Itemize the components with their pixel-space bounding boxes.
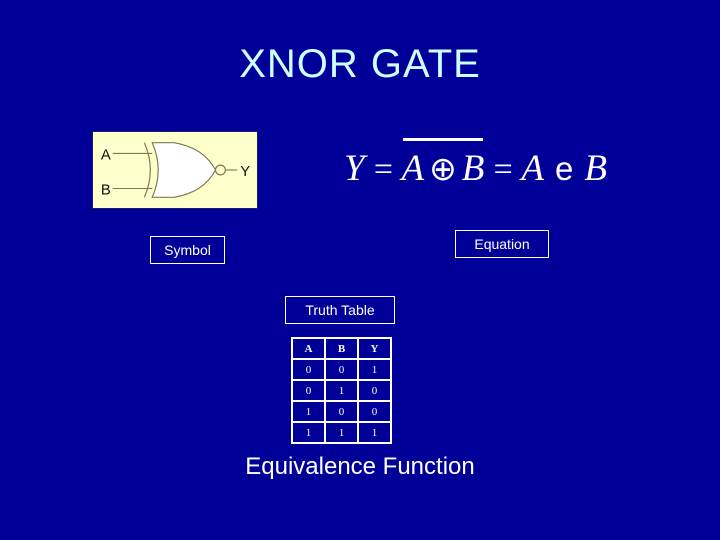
equation-overbar-group: A ⊕ B: [401, 138, 485, 189]
truth-table-caption-text: Truth Table: [305, 302, 375, 318]
slide-canvas: XNOR GATE A B Y Symbol Y = A ⊕ B = A e B…: [0, 0, 720, 540]
inversion-bubble-icon: [214, 164, 226, 176]
equation-expression: Y = A ⊕ B = A e B: [344, 138, 607, 198]
table-cell-b: 1: [324, 379, 359, 402]
output-y-label: Y: [240, 164, 250, 180]
table-cell-a: 1: [291, 400, 326, 423]
table-row: 1 0 0: [291, 400, 392, 423]
equation-overbar: [402, 138, 484, 141]
table-cell-b: 1: [324, 421, 359, 444]
equation-equals-2: =: [491, 151, 515, 188]
truth-table-caption-box: Truth Table: [285, 296, 395, 324]
table-cell-a: 0: [291, 358, 326, 381]
equation-b-1: B: [461, 148, 485, 189]
table-cell-b: 0: [324, 400, 359, 423]
equation-caption-box: Equation: [455, 230, 549, 258]
table-row: 0 1 0: [291, 379, 392, 402]
table-header-b: B: [324, 337, 359, 360]
table-header-row: A B Y: [291, 337, 392, 360]
xor-extra-arc: [143, 142, 151, 198]
table-cell-y: 1: [357, 421, 392, 444]
equation-caption-text: Equation: [474, 236, 530, 252]
table-cell-a: 0: [291, 379, 326, 402]
input-b-label: B: [101, 182, 111, 198]
equation-equals-1: =: [371, 151, 395, 188]
equation-xor-operator: ⊕: [429, 152, 457, 188]
xnor-gate-symbol-image: A B Y: [92, 131, 258, 209]
xnor-gate-drawing: A B Y: [101, 142, 250, 198]
table-header-a: A: [291, 337, 326, 360]
table-cell-y: 1: [357, 358, 392, 381]
table-cell-a: 1: [291, 421, 326, 444]
equation-a-1: A: [401, 148, 425, 189]
truth-table: A B Y 0 0 1 0 1 0 1 0 0 1 1 1: [291, 337, 392, 444]
table-row: 1 1 1: [291, 421, 392, 444]
equation-a-2: A: [521, 148, 544, 189]
equation-b-2: B: [584, 148, 607, 189]
equation-y: Y: [344, 148, 365, 189]
table-cell-y: 0: [357, 400, 392, 423]
symbol-caption-box: Symbol: [150, 236, 225, 264]
bottom-caption: Equivalence Function: [245, 453, 475, 480]
table-header-y: Y: [357, 337, 392, 360]
page-title: XNOR GATE: [239, 42, 481, 86]
equation-xnor-operator: e: [554, 150, 574, 187]
table-row: 0 0 1: [291, 358, 392, 381]
table-cell-y: 0: [357, 379, 392, 402]
input-a-label: A: [101, 147, 111, 163]
gate-body: [151, 142, 217, 198]
symbol-caption-text: Symbol: [164, 242, 211, 258]
table-cell-b: 0: [324, 358, 359, 381]
